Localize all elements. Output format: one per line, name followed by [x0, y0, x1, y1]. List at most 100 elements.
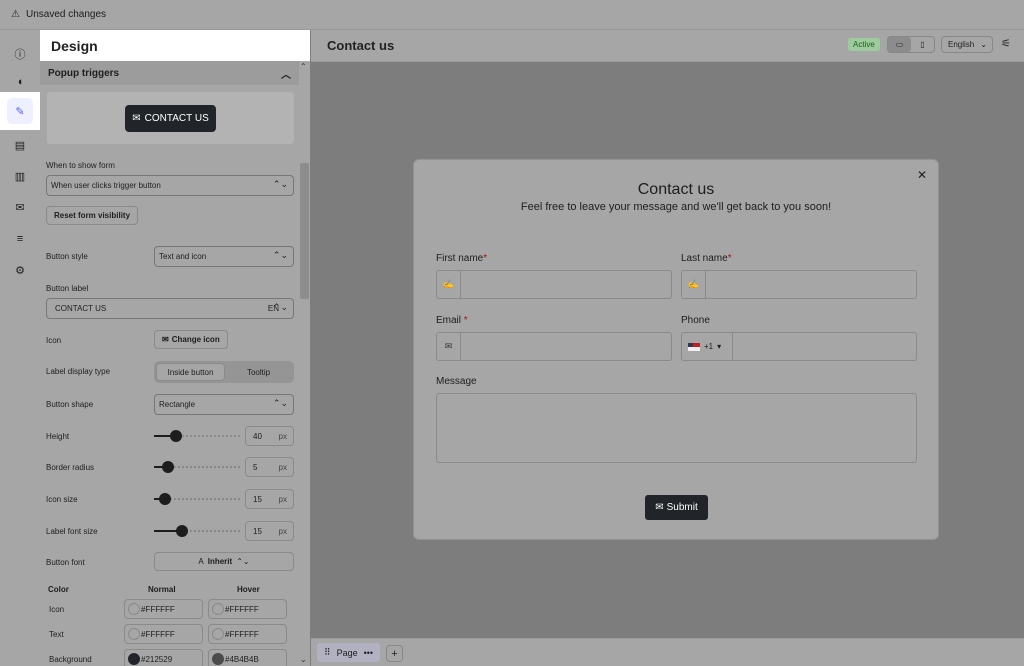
reset-form-visibility-button[interactable]: Reset form visibility	[46, 206, 139, 225]
unit-label: px	[278, 526, 287, 536]
select-caret-icon: ⌃⌄	[272, 302, 288, 312]
design-panel: Design Popup triggers ︿ ⌃ ⌄ ✉ CONTACT US…	[40, 30, 310, 666]
slider-knob[interactable]	[176, 525, 188, 537]
height-input[interactable]: 40 px	[245, 426, 294, 446]
unit-label: px	[278, 494, 287, 504]
select-caret-icon: ⌃⌄	[236, 557, 250, 566]
button-shape-value: Rectangle	[159, 400, 196, 409]
button-shape-select[interactable]: Rectangle ⌃⌄	[154, 394, 294, 415]
envelope-icon: ✉	[162, 335, 169, 344]
page-tab-label: Page	[336, 647, 358, 658]
icon-size-input[interactable]: 15 px	[245, 489, 294, 509]
last-name-field[interactable]: ✍	[681, 270, 917, 299]
first-name-label: First name*	[436, 253, 487, 264]
height-slider[interactable]	[154, 430, 240, 442]
icon-normal-color[interactable]: #FFFFFF	[124, 599, 203, 619]
country-code-select[interactable]: +1 ▾	[682, 333, 733, 360]
first-name-field[interactable]: ✍	[436, 270, 672, 299]
color-row-label: Text	[49, 630, 64, 639]
popup-title: Contact us	[637, 181, 715, 198]
color-value: #FFFFFF	[141, 629, 175, 639]
text-hover-color[interactable]: #FFFFFF	[208, 624, 287, 644]
trigger-button-preview: ✉ CONTACT US	[47, 92, 294, 144]
height-value: 40	[253, 431, 262, 441]
slider-knob[interactable]	[162, 461, 174, 473]
slider-knob[interactable]	[159, 493, 171, 505]
warning-triangle-icon: ⚠	[11, 9, 20, 20]
scroll-up-icon[interactable]: ⌃	[300, 62, 307, 71]
panel-scrollbar[interactable]: ⌃ ⌄	[299, 61, 310, 666]
slider-knob[interactable]	[170, 430, 182, 442]
preview-contact-label: CONTACT US	[144, 112, 209, 124]
required-mark: *	[463, 315, 468, 326]
unit-label: px	[278, 462, 287, 472]
phone-field[interactable]: +1 ▾	[681, 332, 917, 361]
button-font-label: Button font	[46, 558, 85, 567]
desktop-icon[interactable]: ▭	[888, 37, 911, 52]
icon-size-slider[interactable]	[154, 493, 240, 505]
label-font-size-input[interactable]: 15 px	[245, 521, 294, 541]
color-value: #FFFFFF	[225, 629, 259, 639]
icon-hover-color[interactable]: #FFFFFF	[208, 599, 287, 619]
color-dot	[128, 603, 140, 615]
button-font-value: Inherit	[207, 557, 233, 566]
label-font-size-slider[interactable]	[154, 525, 240, 537]
mobile-icon[interactable]: ▯	[911, 37, 934, 52]
gear-icon[interactable]: ⚙	[6, 256, 34, 284]
add-page-button[interactable]: +	[386, 645, 403, 662]
button-style-select[interactable]: Text and icon ⌃⌄	[154, 246, 294, 267]
panel-title: Design	[40, 30, 310, 61]
scrollbar-thumb[interactable]	[300, 163, 309, 299]
book-icon[interactable]: ▥	[6, 162, 34, 190]
email-field[interactable]: ✉	[436, 332, 672, 361]
button-style-label: Button style	[46, 252, 88, 261]
message-label: Message	[436, 376, 477, 387]
page-bar: ⠿ Page ••• +	[311, 638, 1024, 666]
background-hover-color[interactable]: #4B4B4B	[208, 649, 287, 666]
color-row-label: Icon	[49, 605, 65, 614]
brush-icon[interactable]: ✎	[0, 92, 40, 130]
height-label: Height	[46, 432, 70, 441]
color-value: #4B4B4B	[225, 654, 259, 664]
filter-icon[interactable]: ≡	[6, 225, 34, 253]
section-header-popup-triggers[interactable]: Popup triggers ︿	[40, 61, 299, 85]
submit-button[interactable]: ✉ Submit	[645, 495, 708, 520]
change-icon-button[interactable]: ✉ Change icon	[154, 330, 228, 349]
info-icon[interactable]: ⓘ	[6, 40, 34, 68]
signature-icon: ✍	[437, 271, 461, 298]
option-inside-button[interactable]: Inside button	[156, 363, 225, 381]
button-label-input[interactable]: CONTACT US EN ⌃⌄	[46, 298, 294, 319]
form-icon[interactable]: ▤	[6, 131, 34, 159]
page-tab[interactable]: ⠿ Page •••	[317, 643, 381, 662]
color-value: #FFFFFF	[141, 604, 175, 614]
border-radius-value: 5	[253, 462, 258, 472]
option-tooltip[interactable]: Tooltip	[225, 363, 292, 381]
language-select[interactable]: English ⌄	[941, 36, 993, 53]
scroll-down-icon[interactable]: ⌄	[300, 655, 307, 664]
close-icon[interactable]: ✕	[917, 168, 927, 182]
submit-label: Submit	[666, 502, 698, 513]
when-to-show-select[interactable]: When user clicks trigger button ⌃⌄	[46, 175, 294, 196]
mail-icon[interactable]: ✉	[6, 193, 34, 221]
border-radius-input[interactable]: 5 px	[245, 457, 294, 477]
more-icon[interactable]: •••	[364, 648, 373, 658]
text-normal-color[interactable]: #FFFFFF	[124, 624, 203, 644]
last-name-text: Last name	[681, 253, 728, 264]
preview-contact-button[interactable]: ✉ CONTACT US	[125, 104, 216, 132]
button-font-select[interactable]: A Inherit ⌃⌄	[154, 552, 294, 571]
label-display-type-label: Label display type	[46, 367, 111, 376]
language-value: English	[948, 40, 975, 49]
section-title: Popup triggers	[48, 67, 120, 79]
envelope-icon: ✉	[437, 333, 461, 360]
page-title: Contact us	[327, 38, 395, 53]
message-textarea[interactable]	[436, 393, 917, 463]
border-radius-slider[interactable]	[154, 461, 240, 473]
drag-handle-icon[interactable]: ⠿	[324, 647, 331, 658]
sliders-icon[interactable]: ⚟	[1001, 37, 1011, 50]
phone-code: +1	[704, 342, 714, 351]
label-font-size-label: Label font size	[46, 527, 98, 536]
color-dot	[128, 653, 140, 665]
change-icon-label: Change icon	[171, 335, 220, 344]
chevron-up-icon[interactable]: ︿	[281, 66, 291, 81]
background-normal-color[interactable]: #212529	[124, 649, 203, 666]
